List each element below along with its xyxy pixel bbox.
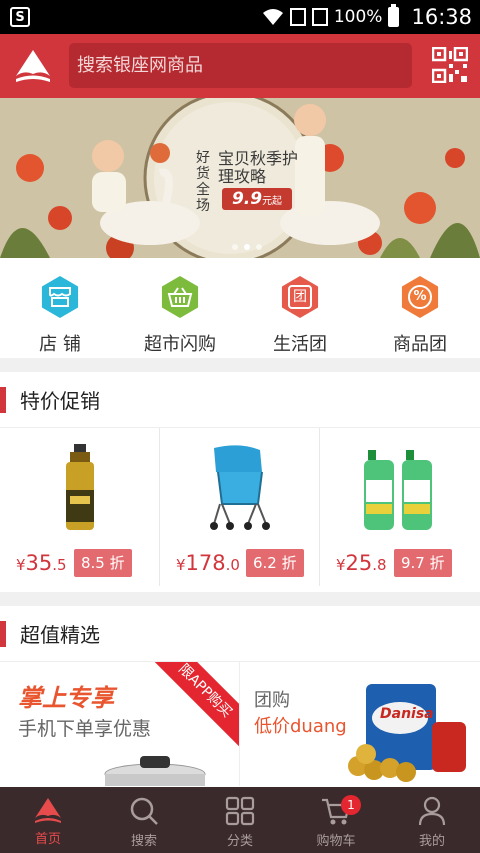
tab-label: 购物车 — [316, 834, 356, 849]
discount-badge: 8.5 折 — [74, 549, 132, 577]
bottom-tab-bar: 首页 搜索 分类 1 购物车 我的 — [0, 787, 480, 853]
selection-section: 超值精选 掌上专享 手机下单享优惠 限APP购买 团购 低价duang Dani… — [0, 606, 480, 787]
tab-cart[interactable]: 1 购物车 — [288, 787, 384, 853]
product-price: ¥25.8 — [336, 551, 387, 575]
quick-nav-label: 商品团 — [393, 334, 447, 355]
banner-price: 9.9 — [231, 189, 263, 209]
quick-nav-store[interactable]: 店 铺 — [0, 258, 120, 358]
deal-headline: 掌上专享 — [18, 684, 114, 712]
product-image-detergent — [364, 450, 432, 530]
section-title: 超值精选 — [20, 623, 100, 647]
banner-pager[interactable] — [232, 244, 262, 250]
search-input[interactable]: 搜索银座网商品 — [69, 43, 412, 88]
banner-price-suffix: 元起 — [262, 196, 283, 207]
section-header: 超值精选 — [0, 606, 480, 662]
group-icon: 团 — [281, 276, 319, 318]
app-header: 搜索银座网商品 — [0, 34, 480, 98]
cookware-pot-image — [104, 756, 206, 786]
section-title: 特价促销 — [20, 389, 100, 413]
status-bar: S 100% 16:38 — [0, 0, 480, 34]
discount-badge: 9.7 折 — [394, 549, 452, 577]
category-grid-icon — [225, 796, 255, 826]
battery-percent: 100% — [333, 7, 383, 27]
product-price: ¥178.0 — [176, 551, 240, 575]
clock: 16:38 — [411, 5, 472, 29]
wifi-icon — [262, 9, 283, 25]
home-icon — [35, 798, 61, 823]
specials-list: ¥35.5 8.5 折 ¥178.0 6.2 折 ¥25.8 9.7 折 — [0, 428, 480, 586]
app-exclusive-card[interactable]: 掌上专享 手机下单享优惠 限APP购买 — [0, 662, 240, 786]
brand-logo-icon[interactable] — [12, 48, 54, 84]
pager-dot[interactable] — [232, 244, 238, 250]
product-card[interactable]: ¥35.5 8.5 折 — [0, 428, 160, 586]
tab-profile[interactable]: 我的 — [384, 787, 480, 853]
sim1-signal-icon — [289, 8, 306, 26]
basket-icon — [161, 276, 199, 318]
app-only-ribbon: 限APP购买 — [148, 662, 239, 748]
tab-search[interactable]: 搜索 — [96, 787, 192, 853]
sim2-signal-icon — [311, 8, 328, 26]
tab-label: 搜索 — [130, 834, 157, 849]
banner-price-tag: 9.9元起 — [222, 188, 292, 210]
pager-dot[interactable] — [256, 244, 262, 250]
tab-label: 分类 — [226, 834, 253, 849]
tab-label: 首页 — [34, 832, 61, 847]
percent-icon: % — [401, 276, 439, 318]
product-price: ¥35.5 — [16, 551, 67, 575]
pager-dot-active[interactable] — [244, 244, 250, 250]
specials-section: 特价促销 ¥35.5 8.5 折 ¥178.0 6.2 折 ¥25.8 9.7 … — [0, 372, 480, 592]
product-image-stroller — [210, 445, 270, 530]
quick-nav-label: 生活团 — [273, 334, 327, 355]
promo-banner[interactable]: 宝贝秋季护理攻略 好货全场 9.9元起 — [0, 98, 480, 258]
cookie-brand-label: Danisa — [380, 706, 434, 722]
discount-badge: 6.2 折 — [246, 549, 304, 577]
quick-nav-label: 超市闪购 — [144, 334, 216, 355]
section-accent-bar — [0, 386, 6, 413]
section-header: 特价促销 — [0, 372, 480, 428]
selection-list: 掌上专享 手机下单享优惠 限APP购买 团购 低价duang Danisa — [0, 662, 480, 786]
group-buy-card[interactable]: 团购 低价duang Danisa — [240, 662, 480, 786]
tab-home[interactable]: 首页 — [0, 787, 96, 853]
profile-icon — [418, 796, 446, 826]
product-card[interactable]: ¥25.8 9.7 折 — [320, 428, 480, 586]
tab-category[interactable]: 分类 — [192, 787, 288, 853]
banner-title: 宝贝秋季护理攻略 — [218, 149, 299, 186]
product-card[interactable]: ¥178.0 6.2 折 — [160, 428, 320, 586]
search-icon — [130, 797, 158, 825]
deal-subline: 手机下单享优惠 — [18, 718, 152, 740]
store-icon — [41, 276, 79, 318]
quick-nav-label: 店 铺 — [39, 334, 81, 355]
deal-headline: 团购 — [254, 690, 290, 711]
tab-label: 我的 — [418, 834, 445, 849]
cart-count-badge: 1 — [341, 795, 361, 815]
quick-nav-life-group[interactable]: 团 生活团 — [240, 258, 360, 358]
product-image-oil — [66, 444, 94, 530]
app-notification-icon: S — [10, 7, 30, 27]
quick-nav-product-group[interactable]: % 商品团 — [360, 258, 480, 358]
cookie-tin-image — [348, 684, 466, 782]
quick-nav: 店 铺 超市闪购 团 生活团 % 商品团 — [0, 258, 480, 358]
deal-subline: 低价duang — [254, 716, 347, 737]
quick-nav-supermarket[interactable]: 超市闪购 — [120, 258, 240, 358]
qr-scan-icon[interactable] — [432, 47, 468, 83]
section-accent-bar — [0, 620, 6, 647]
banner-side-text: 好货全场 — [196, 150, 210, 214]
battery-icon — [388, 4, 400, 27]
